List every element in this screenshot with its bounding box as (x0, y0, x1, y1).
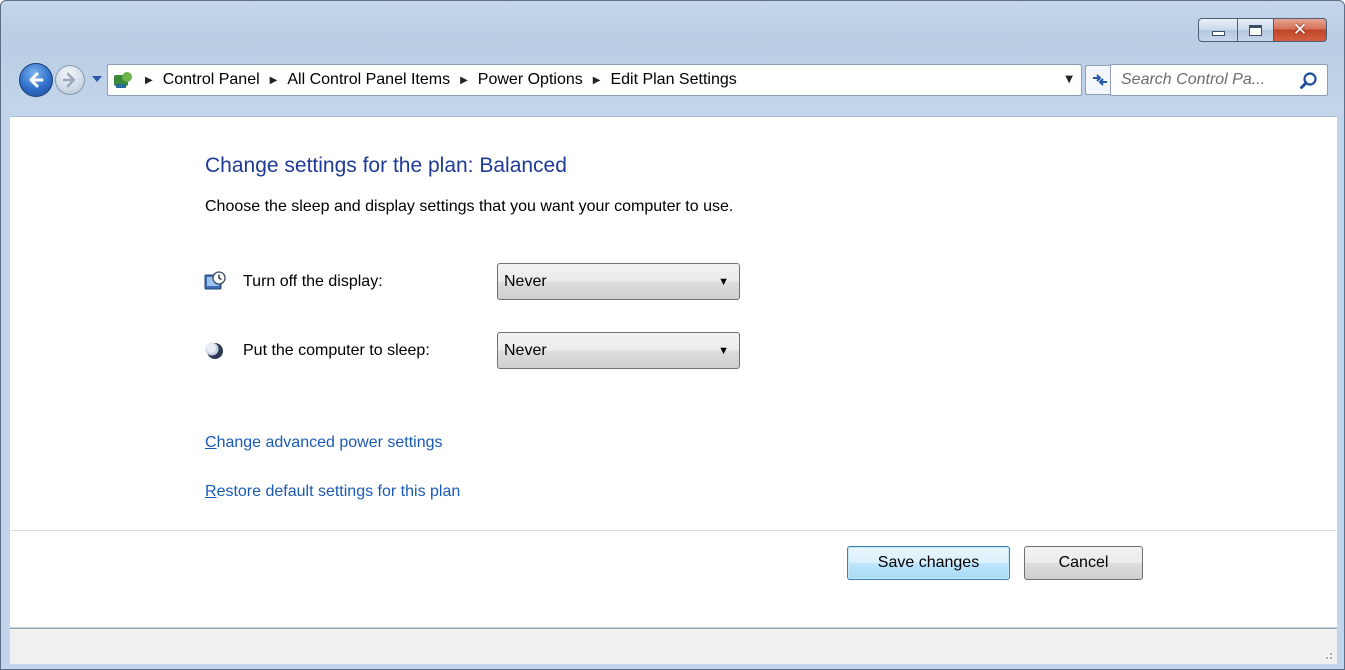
display-timer-icon (203, 270, 227, 294)
forward-button[interactable] (55, 65, 85, 95)
restore-link-text: estore default settings for this plan (216, 483, 461, 500)
breadcrumb-separator-icon[interactable]: ▶ (593, 75, 601, 86)
breadcrumb-edit-plan[interactable]: Edit Plan Settings (610, 71, 736, 89)
cancel-button[interactable]: Cancel (1024, 546, 1143, 580)
advanced-link-text: hange advanced power settings (216, 434, 443, 451)
minimize-button[interactable] (1198, 18, 1238, 42)
breadcrumb-separator-icon[interactable]: ▶ (145, 75, 153, 86)
breadcrumb-separator-icon[interactable]: ▶ (460, 75, 468, 86)
sleep-timeout-value: Never (504, 341, 547, 359)
sleep-setting-label: Put the computer to sleep: (243, 341, 430, 359)
advanced-link-accesskey: C (205, 434, 217, 451)
settings-panel: Change settings for the plan: Balanced C… (10, 117, 1337, 531)
chevron-down-icon: ▼ (718, 275, 729, 288)
search-icon[interactable] (1299, 71, 1319, 91)
sleep-timeout-select[interactable]: Never ▼ (497, 332, 740, 369)
sleep-moon-icon (203, 339, 227, 363)
save-changes-button[interactable]: Save changes (847, 546, 1010, 580)
breadcrumb-separator-icon[interactable]: ▶ (270, 75, 278, 86)
breadcrumb-all-items[interactable]: All Control Panel Items (287, 71, 450, 89)
back-button[interactable] (19, 63, 53, 97)
display-setting-row: Turn off the display: Never ▼ (203, 263, 740, 300)
breadcrumb-control-panel[interactable]: Control Panel (163, 71, 260, 89)
control-panel-icon (111, 68, 135, 92)
resize-grip-icon[interactable] (1321, 648, 1333, 660)
display-setting-label: Turn off the display: (243, 272, 383, 290)
restore-defaults-link[interactable]: Restore default settings for this plan (205, 483, 460, 501)
minimize-icon (1211, 31, 1225, 36)
page-title: Change settings for the plan: Balanced (205, 154, 567, 177)
refresh-icon (1093, 74, 1107, 86)
address-bar[interactable]: ▶ Control Panel ▶ All Control Panel Item… (107, 64, 1082, 96)
display-timeout-value: Never (504, 272, 547, 290)
address-dropdown-icon[interactable]: ▼ (1065, 74, 1073, 85)
status-bar (10, 628, 1337, 664)
navigation-bar: ▶ Control Panel ▶ All Control Panel Item… (19, 59, 1328, 101)
forward-arrow-icon (62, 72, 76, 88)
back-arrow-icon (29, 72, 44, 88)
breadcrumb: ▶ Control Panel ▶ All Control Panel Item… (135, 71, 737, 89)
search-box[interactable] (1110, 64, 1328, 96)
chevron-down-icon (92, 76, 102, 82)
advanced-settings-link[interactable]: Change advanced power settings (205, 434, 443, 452)
maximize-button[interactable] (1238, 18, 1274, 42)
maximize-icon (1249, 24, 1262, 36)
close-button[interactable]: ✕ (1274, 18, 1327, 42)
restore-link-accesskey: R (205, 483, 217, 500)
page-description: Choose the sleep and display settings th… (205, 198, 734, 215)
sleep-setting-row: Put the computer to sleep: Never ▼ (203, 332, 740, 369)
main-content: Change settings for the plan: Balanced C… (10, 116, 1337, 627)
display-timeout-select[interactable]: Never ▼ (497, 263, 740, 300)
close-icon: ✕ (1292, 19, 1308, 40)
recent-pages-button[interactable] (90, 72, 104, 86)
caption-buttons: ✕ (1198, 18, 1327, 42)
breadcrumb-power-options[interactable]: Power Options (478, 71, 583, 89)
explorer-window: ✕ ▶ Control Panel ▶ All Control Panel It… (0, 0, 1345, 670)
search-input[interactable] (1121, 66, 1301, 94)
chevron-down-icon: ▼ (718, 344, 729, 357)
